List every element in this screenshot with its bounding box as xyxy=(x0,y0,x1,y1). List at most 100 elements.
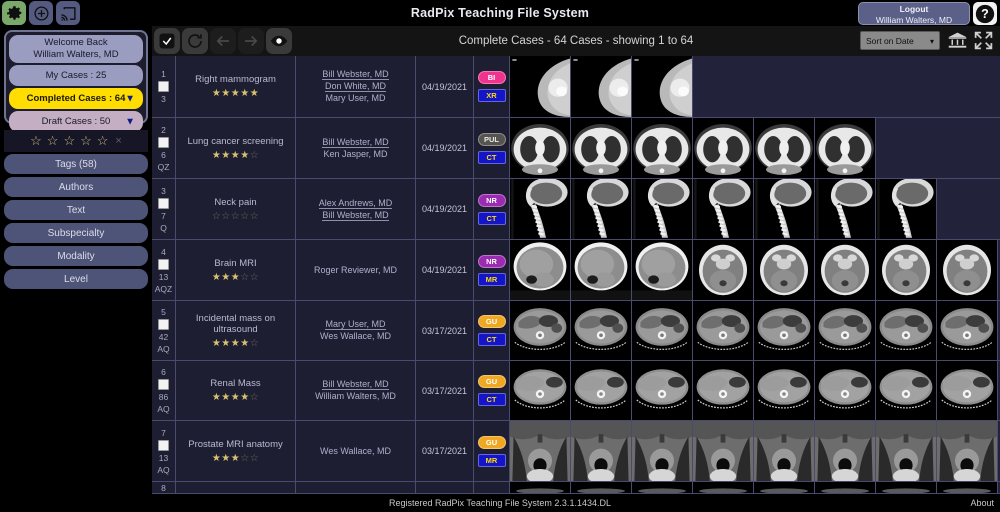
case-thumbnail[interactable] xyxy=(693,482,754,493)
rating-filter[interactable]: ☆ ☆ ☆ ☆ ☆ × xyxy=(4,130,148,152)
sidebar-filter-level[interactable]: Level xyxy=(4,269,148,289)
case-thumbnail[interactable] xyxy=(754,482,815,493)
case-thumbnail[interactable] xyxy=(632,179,693,239)
case-rating[interactable]: ★★★☆☆ xyxy=(212,453,259,464)
badge-bi[interactable]: BI xyxy=(477,71,506,84)
case-thumbnail[interactable] xyxy=(754,240,815,300)
case-thumbnail[interactable] xyxy=(876,179,937,239)
author-name[interactable]: Alex Andrews, MD xyxy=(318,198,393,209)
case-rating[interactable]: ★★★★☆ xyxy=(212,338,259,349)
case-thumbnail[interactable] xyxy=(754,301,815,360)
author-name[interactable]: Bill Webster, MD xyxy=(322,137,389,148)
badge-nr[interactable]: NR xyxy=(477,254,506,268)
case-thumbnail[interactable] xyxy=(632,361,693,420)
row-checkbox[interactable] xyxy=(158,197,169,209)
case-thumbnail[interactable] xyxy=(876,301,937,360)
sidebar-filter-tags-58[interactable]: Tags (58) xyxy=(4,154,148,174)
case-thumbnail[interactable] xyxy=(632,118,693,178)
case-thumbnail[interactable] xyxy=(510,482,571,493)
case-thumbnail[interactable] xyxy=(876,421,937,481)
case-thumbnail[interactable] xyxy=(571,301,632,360)
case-thumbnail[interactable] xyxy=(815,301,876,360)
row-checkbox[interactable] xyxy=(158,319,169,330)
author-name[interactable]: Wes Wallace, MD xyxy=(320,446,391,457)
case-thumbnail[interactable] xyxy=(632,421,693,481)
rating-star-4[interactable]: ☆ xyxy=(80,133,92,149)
table-row[interactable]: 3 7 Q Neck pain ☆☆☆☆☆ Alex Andrews, MD Bill We… xyxy=(152,179,1000,240)
case-thumbnail[interactable] xyxy=(693,240,754,300)
author-name[interactable]: William Walters, MD xyxy=(315,391,396,402)
case-title-cell[interactable]: Right mammogram ★★★★★ xyxy=(176,56,296,117)
case-title-cell[interactable]: Neck pain ☆☆☆☆☆ xyxy=(176,179,296,239)
case-thumbnail[interactable] xyxy=(815,179,876,239)
sidebar-filter-subspecialty[interactable]: Subspecialty xyxy=(4,223,148,243)
case-thumbnail[interactable] xyxy=(510,421,571,481)
logout-button[interactable]: Logout William Walters, MD xyxy=(858,2,970,25)
case-thumbnail[interactable] xyxy=(571,179,632,239)
badge-gu[interactable]: GU xyxy=(477,375,506,388)
fullscreen-icon[interactable] xyxy=(972,29,995,52)
sidebar-item-draft-cases[interactable]: Draft Cases : 50 ▼ xyxy=(9,111,143,132)
clear-rating-icon[interactable]: × xyxy=(115,135,121,147)
sidebar-filter-text[interactable]: Text xyxy=(4,200,148,220)
rating-star-3[interactable]: ☆ xyxy=(63,133,75,149)
table-row[interactable]: 4 13 AQZ Brain MRI ★★★☆☆ Roger Reviewer, MD 04… xyxy=(152,240,1000,301)
sidebar-filter-authors[interactable]: Authors xyxy=(4,177,148,197)
badge-xr[interactable]: XR xyxy=(477,89,506,102)
table-row[interactable]: 1 3 Right mammogram ★★★★★ Bill Webster, MD Do… xyxy=(152,56,1000,118)
case-thumbnail[interactable] xyxy=(754,361,815,420)
case-thumbnail[interactable] xyxy=(815,482,876,493)
case-thumbnail[interactable] xyxy=(571,421,632,481)
badge-gu[interactable]: GU xyxy=(477,435,506,449)
case-thumbnail[interactable] xyxy=(693,421,754,481)
case-thumbnail[interactable] xyxy=(937,361,998,420)
case-thumbnail[interactable] xyxy=(510,240,571,300)
table-row[interactable]: 8 xyxy=(152,482,1000,494)
case-thumbnail[interactable] xyxy=(510,301,571,360)
case-title-cell[interactable] xyxy=(176,482,296,493)
case-thumbnail[interactable] xyxy=(876,361,937,420)
author-name[interactable]: Ken Jasper, MD xyxy=(323,149,387,160)
case-thumbnail[interactable] xyxy=(571,361,632,420)
case-thumbnail[interactable] xyxy=(815,240,876,300)
case-thumbnail[interactable] xyxy=(571,240,632,300)
case-table[interactable]: 1 3 Right mammogram ★★★★★ Bill Webster, MD Do… xyxy=(152,56,1000,494)
badge-ct[interactable]: CT xyxy=(477,211,506,225)
badge-ct[interactable]: CT xyxy=(477,393,506,406)
badge-pul[interactable]: PUL xyxy=(477,132,506,146)
rating-star-5[interactable]: ☆ xyxy=(97,133,109,149)
case-thumbnail[interactable] xyxy=(571,118,632,178)
case-thumbnail[interactable] xyxy=(510,118,571,178)
author-name[interactable]: Bill Webster, MD xyxy=(322,69,389,80)
author-name[interactable]: Bill Webster, MD xyxy=(322,379,389,390)
case-thumbnail[interactable] xyxy=(937,240,998,300)
author-name[interactable]: Mary User, MD xyxy=(325,93,385,104)
case-thumbnail[interactable] xyxy=(815,118,876,178)
case-thumbnail[interactable] xyxy=(693,361,754,420)
help-icon[interactable]: ? xyxy=(973,2,997,25)
case-title-cell[interactable]: Brain MRI ★★★☆☆ xyxy=(176,240,296,300)
rating-star-2[interactable]: ☆ xyxy=(47,133,59,149)
case-thumbnail[interactable] xyxy=(632,240,693,300)
bank-icon[interactable] xyxy=(946,29,969,52)
row-checkbox[interactable] xyxy=(158,81,169,92)
row-checkbox[interactable] xyxy=(158,136,169,148)
badge-mr[interactable]: MR xyxy=(477,453,506,467)
case-thumbnail[interactable] xyxy=(632,301,693,360)
about-link[interactable]: About xyxy=(970,494,994,512)
row-checkbox[interactable] xyxy=(158,258,169,270)
table-row[interactable]: 6 86 AQ Renal Mass ★★★★☆ Bill Webster, MD Will… xyxy=(152,361,1000,421)
case-thumbnail[interactable] xyxy=(632,482,693,493)
case-thumbnail[interactable] xyxy=(510,179,571,239)
author-name[interactable]: Don White, MD xyxy=(324,81,386,92)
case-thumbnail[interactable] xyxy=(876,240,937,300)
case-thumbnail[interactable] xyxy=(876,482,937,493)
case-thumbnail[interactable] xyxy=(937,482,998,493)
case-thumbnail[interactable] xyxy=(815,361,876,420)
badge-ct[interactable]: CT xyxy=(477,333,506,346)
badge-mr[interactable]: MR xyxy=(477,272,506,286)
case-rating[interactable]: ★★★★★ xyxy=(212,88,259,99)
case-thumbnail[interactable] xyxy=(632,56,693,117)
author-name[interactable]: Roger Reviewer, MD xyxy=(314,265,397,276)
sidebar-item-completed-cases[interactable]: Completed Cases : 64 ▼ xyxy=(9,88,143,109)
